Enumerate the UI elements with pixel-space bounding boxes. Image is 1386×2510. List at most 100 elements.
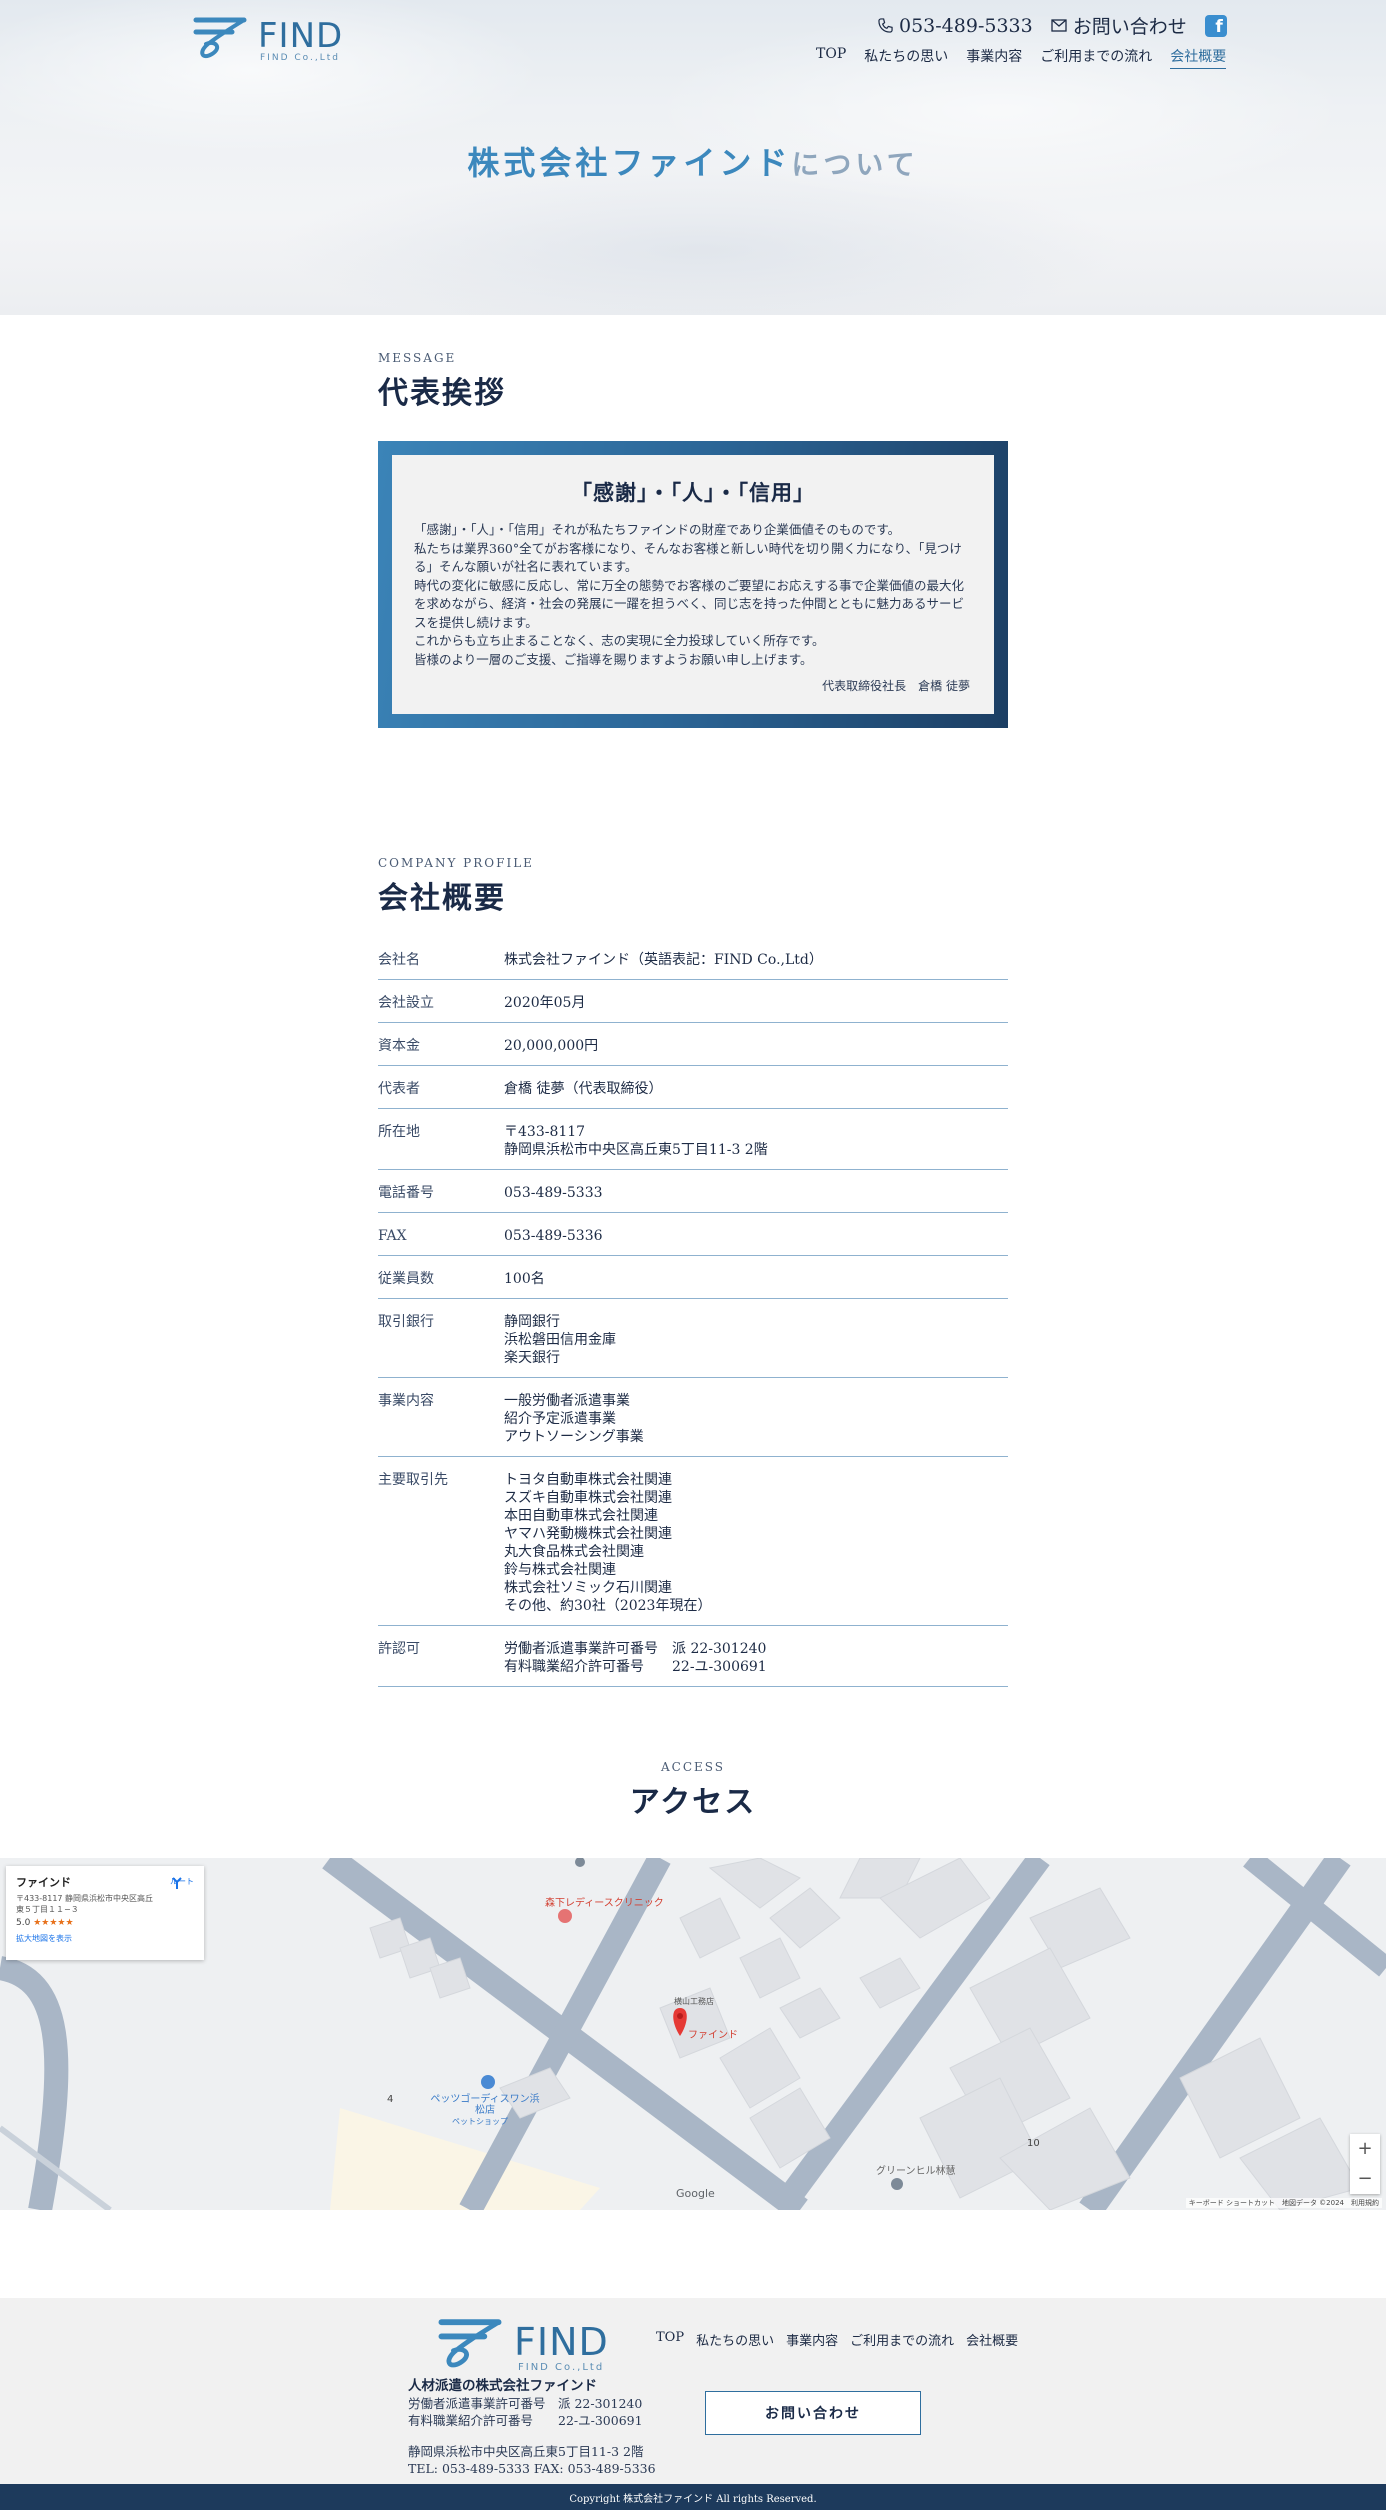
- header-contact: 053-489-5333 お問い合わせ f: [878, 12, 1227, 39]
- row-key: 取引銀行: [378, 1314, 434, 1330]
- row-value: 労働者派遣事業許可番号 派 22-301240 有料職業紹介許可番号 22-ユ-…: [504, 1641, 767, 1675]
- row-key: FAX: [378, 1228, 407, 1244]
- message-inner: 「感謝」・「人」・「信用」 「感謝」・「人」・「信用」それが私たちファインドの財…: [392, 455, 994, 714]
- map-label-building: 横山工務店: [674, 1997, 714, 2006]
- message-heading: 代表挨拶: [378, 376, 506, 411]
- map-enlarge-link[interactable]: 拡大地図を表示: [16, 1933, 194, 1944]
- footer-license-1: 労働者派遣事業許可番号 派 22-301240: [408, 2396, 643, 2411]
- message-line: 私たちは業界360°全てがお客様になり、そんなお客様と新しい時代を切り開く力にな…: [414, 540, 962, 575]
- map-label-pet: ペッツゴーディスワン浜松店: [430, 2094, 540, 2116]
- map-place-address: 〒433-8117 静岡県浜松市中央区高丘東５丁目１１−３: [16, 1894, 154, 1914]
- message-line: これからも立ち止まることなく、志の実現に全力投球していく所存です。: [414, 633, 825, 648]
- access-heading: アクセス: [629, 1785, 757, 1820]
- map-place-card: ファインド 〒433-8117 静岡県浜松市中央区高丘東５丁目１１−３ 5.0 …: [6, 1866, 204, 1960]
- row-value: 2020年05月: [504, 995, 586, 1011]
- table-row: 代表者 倉橋 徒夢（代表取締役）: [378, 1066, 1008, 1109]
- row-value: トヨタ自動車株式会社関連 スズキ自動車株式会社関連 本田自動車株式会社関連 ヤマ…: [504, 1472, 712, 1614]
- phone-link[interactable]: 053-489-5333: [878, 15, 1033, 37]
- nav-top[interactable]: TOP: [816, 46, 846, 69]
- logo[interactable]: FIND FIND Co.,Ltd: [188, 10, 348, 63]
- mail-icon: [1051, 19, 1067, 32]
- row-key: 資本金: [378, 1038, 420, 1054]
- map-label-pet-sub: ペットショップ: [452, 2117, 508, 2126]
- facebook-icon[interactable]: f: [1204, 14, 1227, 37]
- footer-logo-word: FIND: [514, 2320, 609, 2364]
- message-title: 「感謝」・「人」・「信用」: [571, 480, 815, 505]
- row-value: 053-489-5333: [504, 1185, 603, 1201]
- footer-info: 人材派遣の株式会社ファインド 労働者派遣事業許可番号 派 22-301240 有…: [408, 2378, 656, 2477]
- footer-nav: TOP 私たちの思い 事業内容 ご利用までの流れ 会社概要: [656, 2330, 1018, 2349]
- footer-logo-sub: FIND Co.,Ltd: [518, 2362, 605, 2373]
- map-label-clinic: 森下レディースクリニック: [545, 1898, 664, 1909]
- profile-label: COMPANY PROFILE: [378, 856, 534, 870]
- row-key: 会社名: [378, 952, 420, 968]
- row-value: 静岡銀行 浜松磐田信用金庫 楽天銀行: [504, 1314, 616, 1366]
- logo-mark-icon: [438, 2319, 502, 2368]
- map-zoom-control: + −: [1350, 2134, 1380, 2194]
- footer-license-2: 有料職業紹介許可番号 22-ユ-300691: [408, 2413, 643, 2428]
- google-map[interactable]: ファインド 〒433-8117 静岡県浜松市中央区高丘東５丁目１１−３ 5.0 …: [0, 1858, 1386, 2210]
- message-line: 「感謝」・「人」・「信用」それが私たちファインドの財産であり企業価値そのものです…: [414, 522, 901, 537]
- row-key: 電話番号: [378, 1185, 434, 1201]
- table-row: 許認可 労働者派遣事業許可番号 派 22-301240 有料職業紹介許可番号 22…: [378, 1626, 1008, 1687]
- row-key: 主要取引先: [378, 1472, 448, 1488]
- directions-icon: [172, 1877, 182, 1889]
- map-route-button[interactable]: ルート: [170, 1876, 194, 1889]
- phone-icon: [878, 18, 893, 33]
- message-box: 「感謝」・「人」・「信用」 「感謝」・「人」・「信用」それが私たちファインドの財…: [378, 441, 1008, 728]
- page-title: 株式会社ファインドについて: [0, 138, 1386, 184]
- footer-nav-company[interactable]: 会社概要: [966, 2330, 1018, 2349]
- main-nav: TOP 私たちの思い 事業内容 ご利用までの流れ 会社概要: [816, 46, 1227, 69]
- zoom-out-button[interactable]: −: [1350, 2164, 1380, 2194]
- footer-nav-flow[interactable]: ご利用までの流れ: [850, 2330, 954, 2349]
- page-title-sub: について: [791, 148, 919, 181]
- map-label-10: 10: [1027, 2138, 1040, 2149]
- footer-nav-business[interactable]: 事業内容: [786, 2330, 838, 2349]
- row-key: 会社設立: [378, 995, 434, 1011]
- map-rating: 5.0 ★★★★★: [16, 1918, 194, 1928]
- logo-sub: FIND Co.,Ltd: [260, 53, 340, 63]
- footer-nav-top[interactable]: TOP: [656, 2330, 684, 2349]
- zoom-in-button[interactable]: +: [1350, 2134, 1380, 2164]
- footer-logo[interactable]: FIND FIND Co.,Ltd: [432, 2310, 622, 2373]
- table-row: FAX 053-489-5336: [378, 1213, 1008, 1256]
- table-row: 会社名 株式会社ファインド（英語表記：FIND Co.,Ltd）: [378, 937, 1008, 980]
- footer: FIND FIND Co.,Ltd TOP 私たちの思い 事業内容 ご利用までの…: [0, 2298, 1386, 2484]
- footer-company: 人材派遣の株式会社ファインド: [408, 2378, 597, 2394]
- row-value: 20,000,000円: [504, 1038, 599, 1054]
- row-key: 従業員数: [378, 1271, 434, 1287]
- nav-philosophy[interactable]: 私たちの思い: [864, 46, 948, 69]
- message-line: 時代の変化に敏感に反応し、常に万全の態勢でお客様のご要望にお応えする事で企業価値…: [414, 577, 965, 630]
- copyright: Copyright 株式会社ファインド All rights Reserved.: [0, 2484, 1386, 2510]
- profile-table: 会社名 株式会社ファインド（英語表記：FIND Co.,Ltd） 会社設立 2020…: [378, 937, 1008, 1687]
- map-attribution[interactable]: キーボード ショートカット 地図データ ©2024 利用規約: [1185, 2198, 1382, 2208]
- map-rating-value: 5.0: [16, 1918, 31, 1928]
- message-body: 「感謝」・「人」・「信用」それが私たちファインドの財産であり企業価値そのものです…: [414, 521, 972, 669]
- row-value: 倉橋 徒夢（代表取締役）: [504, 1081, 663, 1097]
- logo-mark-icon: [193, 17, 247, 59]
- table-row: 所在地 〒433-8117 静岡県浜松市中央区高丘東5丁目11-3 2階: [378, 1109, 1008, 1170]
- table-row: 事業内容 一般労働者派遣事業 紹介予定派遣事業 アウトソーシング事業: [378, 1378, 1008, 1457]
- nav-business[interactable]: 事業内容: [966, 46, 1022, 69]
- contact-label: お問い合わせ: [1072, 16, 1187, 38]
- table-row: 会社設立 2020年05月: [378, 980, 1008, 1023]
- phone-number: 053-489-5333: [899, 14, 1033, 37]
- footer-address: 静岡県浜松市中央区高丘東5丁目11-3 2階: [408, 2444, 644, 2459]
- table-row: 資本金 20,000,000円: [378, 1023, 1008, 1066]
- star-icon: ★★★★★: [33, 1918, 74, 1928]
- access-label: ACCESS: [660, 1760, 726, 1774]
- row-key: 所在地: [378, 1124, 420, 1140]
- nav-flow[interactable]: ご利用までの流れ: [1040, 46, 1152, 69]
- map-place-title: ファインド: [16, 1876, 71, 1889]
- table-row: 電話番号 053-489-5333: [378, 1170, 1008, 1213]
- footer-nav-philosophy[interactable]: 私たちの思い: [696, 2330, 774, 2349]
- map-label-green: グリーンヒル林慧: [876, 2166, 956, 2177]
- contact-link[interactable]: お問い合わせ: [1051, 12, 1187, 39]
- map-label-4: 4: [387, 2094, 394, 2105]
- google-logo: Google: [676, 2187, 715, 2200]
- footer-contact-button[interactable]: お問い合わせ: [705, 2391, 921, 2435]
- map-label-pin: ファインド: [688, 2030, 738, 2041]
- logo-word: FIND: [258, 16, 344, 56]
- profile-heading: 会社概要: [378, 881, 506, 916]
- nav-company[interactable]: 会社概要: [1170, 46, 1227, 69]
